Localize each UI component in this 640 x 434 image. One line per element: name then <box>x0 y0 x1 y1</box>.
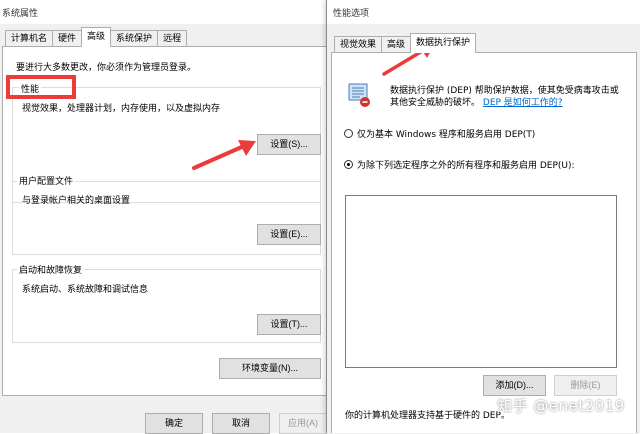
profile-title: 用户配置文件 <box>17 174 76 187</box>
tab-system-protection[interactable]: 系统保护 <box>110 30 159 47</box>
dep-option-essential[interactable]: 仅为基本 Windows 程序和服务启用 DEP(T) <box>344 127 535 140</box>
watermark: 知乎 @enet2019 <box>497 397 625 415</box>
tab-hardware[interactable]: 硬件 <box>52 30 83 47</box>
dep-option-all[interactable]: 为除下列选定程序之外的所有程序和服务启用 DEP(U): <box>344 158 575 171</box>
window-title: 系统属性 <box>0 0 329 24</box>
cancel-button[interactable]: 取消 <box>212 413 270 434</box>
performance-settings-button[interactable]: 设置(S)... <box>257 134 321 155</box>
remove-program-button[interactable]: 删除(E) <box>554 375 617 396</box>
dep-help-link[interactable]: DEP 是如何工作的? <box>483 98 563 108</box>
performance-desc: 视觉效果，处理器计划，内存使用，以及虚拟内存 <box>22 104 221 114</box>
dep-shield-icon <box>348 83 370 107</box>
add-program-button[interactable]: 添加(D)... <box>483 375 546 396</box>
system-properties-window: 系统属性 计算机名 硬件 高级 系统保护 远程 要进行大多数更改，你必须作为管理… <box>0 0 329 434</box>
performance-options-window: 性能选项 视觉效果 高级 数据执行保护 数据执行保护 (DEP) 帮助保护数据，… <box>326 0 640 433</box>
radio-essential-icon[interactable] <box>344 129 353 138</box>
startup-desc: 系统启动、系统故障和调试信息 <box>22 285 149 295</box>
radio-all-icon[interactable] <box>344 160 353 169</box>
radio-essential-label: 仅为基本 Windows 程序和服务启用 DEP(T) <box>357 130 536 140</box>
tab-dep[interactable]: 数据执行保护 <box>410 33 477 53</box>
startup-settings-button[interactable]: 设置(T)... <box>257 314 321 335</box>
apply-button[interactable]: 应用(A) <box>279 413 327 434</box>
tab-remote[interactable]: 远程 <box>157 30 188 47</box>
environment-variables-button[interactable]: 环境变量(N)... <box>219 358 321 379</box>
tab-advanced[interactable]: 高级 <box>81 27 112 47</box>
profile-settings-button[interactable]: 设置(E)... <box>257 224 321 245</box>
tab-visual-effects[interactable]: 视觉效果 <box>334 36 383 53</box>
radio-all-label: 为除下列选定程序之外的所有程序和服务启用 DEP(U): <box>357 161 575 171</box>
ok-button[interactable]: 确定 <box>145 413 203 434</box>
dep-panel: 数据执行保护 (DEP) 帮助保护数据，使其免受病毒攻击或 其他安全威胁的破坏。… <box>331 52 637 433</box>
dep-description-line2: 其他安全威胁的破坏。 DEP 是如何工作的? <box>390 95 563 108</box>
startup-title: 启动和故障恢复 <box>17 263 85 276</box>
performance-highlight-box <box>6 75 76 99</box>
dep-description-text: 其他安全威胁的破坏。 <box>390 98 481 108</box>
window-title: 性能选项 <box>327 0 640 24</box>
dep-hardware-support-note: 你的计算机处理器支持基于硬件的 DEP。 <box>345 411 510 421</box>
tab-computer-name[interactable]: 计算机名 <box>5 30 54 47</box>
arrow-to-settings-icon <box>192 140 256 170</box>
profile-desc: 与登录帐户相关的桌面设置 <box>22 196 131 206</box>
admin-note: 要进行大多数更改，你必须作为管理员登录。 <box>16 63 197 73</box>
tab-bar: 计算机名 硬件 高级 系统保护 远程 <box>5 27 188 47</box>
dep-exception-list[interactable] <box>345 195 617 368</box>
